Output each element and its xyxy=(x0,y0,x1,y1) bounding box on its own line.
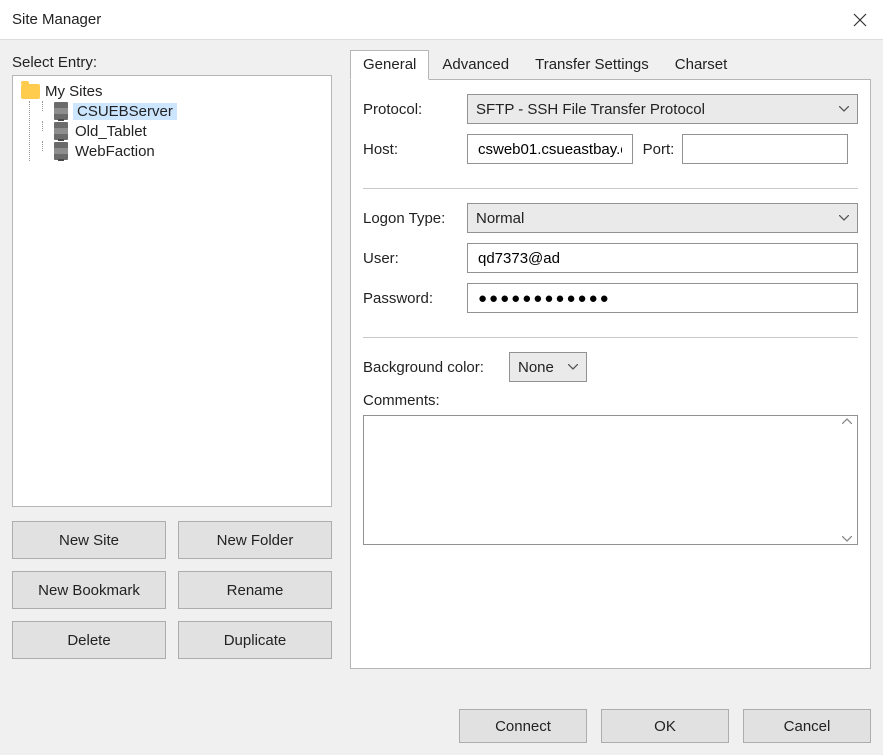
password-input[interactable] xyxy=(476,289,849,308)
folder-icon xyxy=(21,84,40,99)
delete-button[interactable]: Delete xyxy=(12,621,166,659)
ok-button[interactable]: OK xyxy=(601,709,729,743)
bg-color-label: Background color: xyxy=(363,359,509,376)
host-input[interactable] xyxy=(476,140,624,159)
user-input-wrap xyxy=(467,243,858,273)
logon-type-row: Logon Type: Normal xyxy=(363,203,858,233)
logon-type-select[interactable]: Normal xyxy=(467,203,858,233)
tree-item-label: WebFaction xyxy=(73,143,157,160)
tree-root-label: My Sites xyxy=(45,83,103,100)
site-manager-window: Site Manager Select Entry: My Sites xyxy=(0,0,883,755)
left-column: Select Entry: My Sites CSUEBServer xyxy=(12,50,332,669)
protocol-value: SFTP - SSH File Transfer Protocol xyxy=(476,101,705,118)
window-title: Site Manager xyxy=(12,11,101,28)
footer-buttons: Connect OK Cancel xyxy=(459,709,871,743)
new-bookmark-button[interactable]: New Bookmark xyxy=(12,571,166,609)
tree-root-my-sites[interactable]: My Sites xyxy=(17,82,327,101)
host-label: Host: xyxy=(363,141,467,158)
button-grid: New Site New Folder New Bookmark Rename … xyxy=(12,521,332,659)
close-icon xyxy=(853,13,867,27)
logon-type-value: Normal xyxy=(476,210,524,227)
host-row: Host: Port: xyxy=(363,134,858,164)
user-row: User: xyxy=(363,243,858,273)
tree-item-label: CSUEBServer xyxy=(73,103,177,120)
tree-item-old-tablet[interactable]: Old_Tablet xyxy=(50,121,327,141)
tab-general[interactable]: General xyxy=(350,50,429,80)
chevron-down-icon xyxy=(568,364,578,370)
protocol-label: Protocol: xyxy=(363,101,467,118)
close-button[interactable] xyxy=(847,7,873,33)
dialog-content: Select Entry: My Sites CSUEBServer xyxy=(0,40,883,755)
bg-color-select[interactable]: None xyxy=(509,352,587,382)
protocol-select[interactable]: SFTP - SSH File Transfer Protocol xyxy=(467,94,858,124)
right-column: General Advanced Transfer Settings Chars… xyxy=(350,50,871,669)
scroll-down-icon xyxy=(842,536,852,542)
select-entry-label: Select Entry: xyxy=(12,54,332,71)
password-label: Password: xyxy=(363,290,467,307)
password-row: Password: xyxy=(363,283,858,313)
separator xyxy=(363,188,858,189)
port-label: Port: xyxy=(643,141,675,158)
password-input-wrap xyxy=(467,283,858,313)
port-input[interactable] xyxy=(691,140,839,159)
logon-type-label: Logon Type: xyxy=(363,210,467,227)
comments-textarea[interactable] xyxy=(370,420,837,540)
titlebar: Site Manager xyxy=(0,0,883,40)
port-input-wrap xyxy=(682,134,848,164)
site-tree[interactable]: My Sites CSUEBServer Old_Tablet xyxy=(12,75,332,507)
chevron-down-icon xyxy=(839,215,849,221)
scrollbar[interactable] xyxy=(839,418,855,542)
tab-panel-general: Protocol: SFTP - SSH File Transfer Proto… xyxy=(350,79,871,669)
bg-color-row: Background color: None xyxy=(363,352,858,382)
tree-item-csuebserver[interactable]: CSUEBServer xyxy=(50,101,327,121)
user-label: User: xyxy=(363,250,467,267)
comments-box xyxy=(363,415,858,545)
cancel-button[interactable]: Cancel xyxy=(743,709,871,743)
duplicate-button[interactable]: Duplicate xyxy=(178,621,332,659)
rename-button[interactable]: Rename xyxy=(178,571,332,609)
scroll-up-icon xyxy=(842,418,852,424)
server-icon xyxy=(54,142,68,160)
new-site-button[interactable]: New Site xyxy=(12,521,166,559)
user-input[interactable] xyxy=(476,249,849,268)
separator xyxy=(363,337,858,338)
bg-color-value: None xyxy=(518,359,554,376)
tab-charset[interactable]: Charset xyxy=(662,50,741,80)
server-icon xyxy=(54,102,68,120)
tab-advanced[interactable]: Advanced xyxy=(429,50,522,80)
host-input-wrap xyxy=(467,134,633,164)
new-folder-button[interactable]: New Folder xyxy=(178,521,332,559)
tree-item-label: Old_Tablet xyxy=(73,123,149,140)
tab-transfer-settings[interactable]: Transfer Settings xyxy=(522,50,662,80)
chevron-down-icon xyxy=(839,106,849,112)
tab-bar: General Advanced Transfer Settings Chars… xyxy=(350,50,871,80)
server-icon xyxy=(54,122,68,140)
connect-button[interactable]: Connect xyxy=(459,709,587,743)
comments-label: Comments: xyxy=(363,392,858,409)
tree-item-webfaction[interactable]: WebFaction xyxy=(50,141,327,161)
protocol-row: Protocol: SFTP - SSH File Transfer Proto… xyxy=(363,94,858,124)
